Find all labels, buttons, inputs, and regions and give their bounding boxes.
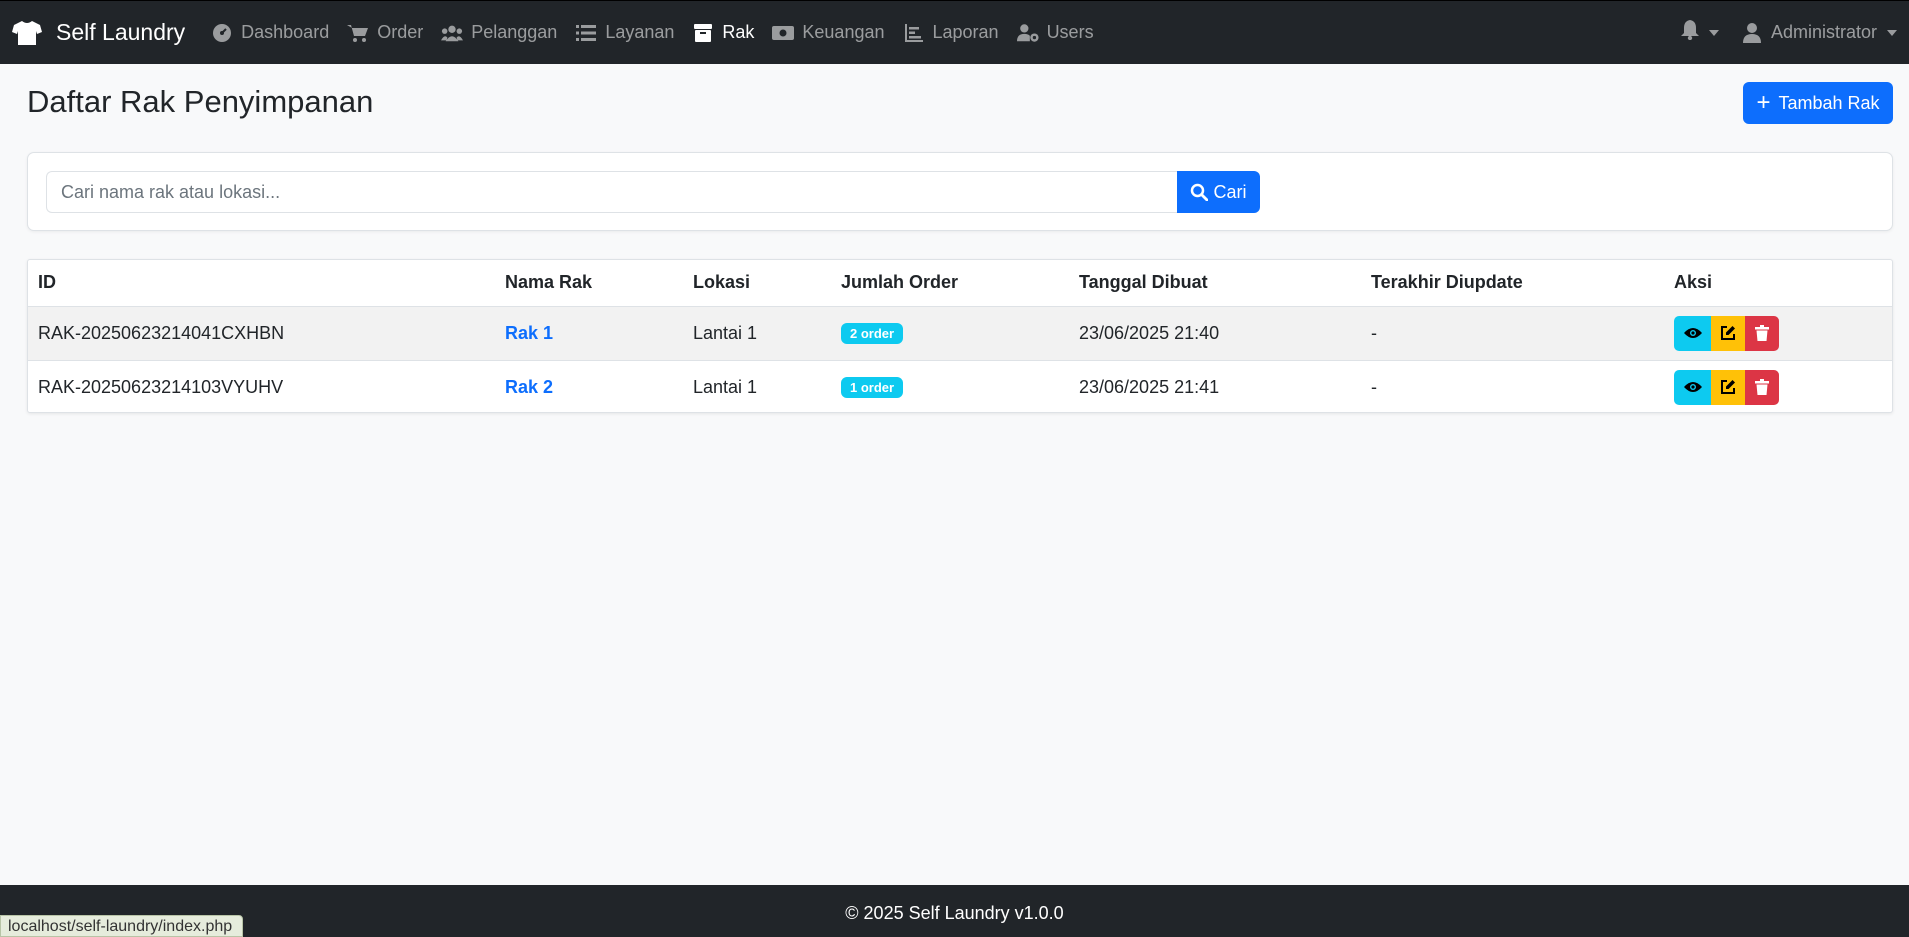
bell-icon [1680, 20, 1699, 45]
cell-terakhir-diupdate: - [1371, 376, 1377, 397]
eye-icon [1683, 328, 1702, 338]
cell-tanggal-dibuat: 23/06/2025 21:40 [1069, 306, 1361, 361]
cell-id: RAK-20250623214041CXHBN [28, 306, 495, 361]
column-header-terakhir-diupdate: Terakhir Diupdate [1361, 260, 1664, 307]
nav-users[interactable]: Users [1016, 22, 1094, 43]
column-header-aksi: Aksi [1664, 260, 1892, 307]
order-count-badge: 2 order [841, 323, 904, 344]
trash-icon [1755, 379, 1769, 396]
footer-text: © 2025 Self Laundry v1.0.0 [845, 902, 1064, 923]
search-input[interactable] [46, 171, 1177, 213]
rak-table: ID Nama Rak Lokasi Jumlah Order Tanggal … [28, 260, 1892, 412]
page-title: Daftar Rak Penyimpanan [27, 84, 374, 119]
delete-button[interactable] [1745, 369, 1779, 405]
nav-users-label: Users [1046, 22, 1094, 42]
edit-icon [1721, 326, 1735, 340]
chart-icon [903, 23, 925, 43]
gauge-icon [211, 23, 233, 43]
add-rak-button[interactable]: + Tambah Rak [1743, 82, 1893, 124]
rak-name-link[interactable]: Rak 2 [505, 377, 553, 397]
user-name: Administrator [1770, 22, 1877, 42]
nav-pelanggan-label: Pelanggan [471, 22, 558, 42]
column-header-id: ID [28, 260, 495, 307]
nav-layanan[interactable]: Layanan [575, 22, 674, 43]
users-icon [441, 23, 464, 43]
nav-order[interactable]: Order [347, 22, 423, 43]
table-row: RAK-20250623214041CXHBN Rak 1 Lantai 1 2… [28, 306, 1892, 361]
user-cog-icon [1016, 23, 1039, 43]
cell-lokasi: Lantai 1 [693, 376, 758, 397]
eye-icon [1683, 382, 1702, 393]
nav-laporan-label: Laporan [932, 22, 999, 42]
edit-button[interactable] [1711, 369, 1745, 405]
nav-keuangan[interactable]: Keuangan [772, 22, 885, 43]
cell-id: RAK-20250623214103VYUHV [38, 376, 284, 397]
rak-name-link[interactable]: Rak 1 [505, 323, 553, 343]
search-button-label: Cari [1213, 181, 1247, 202]
add-rak-label: Tambah Rak [1778, 92, 1880, 113]
plus-icon: + [1756, 89, 1771, 116]
view-button[interactable] [1674, 369, 1711, 405]
search-button[interactable]: Cari [1177, 171, 1260, 213]
table-header-row: ID Nama Rak Lokasi Jumlah Order Tanggal … [28, 260, 1892, 307]
tshirt-icon [12, 20, 44, 46]
cell-tanggal-dibuat: 23/06/2025 21:41 [1079, 376, 1220, 397]
navbar-right: Administrator [1680, 20, 1897, 45]
rak-table-card: ID Nama Rak Lokasi Jumlah Order Tanggal … [27, 259, 1893, 413]
footer: © 2025 Self Laundry v1.0.0 [0, 885, 1909, 937]
search-icon [1190, 183, 1209, 201]
brand-label: Self Laundry [56, 19, 186, 45]
brand[interactable]: Self Laundry [12, 19, 185, 46]
top-navbar: Self Laundry Dashboard Order Pelanggan L… [0, 0, 1909, 64]
order-count-badge: 1 order [841, 377, 904, 399]
nav-laporan[interactable]: Laporan [903, 22, 999, 43]
column-header-jumlah-order: Jumlah Order [831, 260, 1069, 307]
edit-button[interactable] [1711, 315, 1745, 351]
nav-dashboard-label: Dashboard [241, 22, 330, 42]
cart-icon [347, 23, 369, 43]
nav-layanan-label: Layanan [605, 22, 675, 42]
table-row: RAK-20250623214103VYUHV Rak 2 Lantai 1 1… [28, 360, 1892, 412]
column-header-nama-rak: Nama Rak [495, 260, 683, 307]
list-icon [575, 23, 597, 43]
row-actions [1674, 369, 1884, 405]
nav-rak-label: Rak [722, 22, 755, 42]
nav-keuangan-label: Keuangan [802, 22, 885, 42]
nav-rak[interactable]: Rak [692, 22, 754, 43]
notifications-dropdown[interactable] [1680, 20, 1719, 45]
cell-lokasi: Lantai 1 [683, 306, 831, 361]
cell-terakhir-diupdate: - [1361, 306, 1664, 361]
column-header-tanggal-dibuat: Tanggal Dibuat [1069, 260, 1361, 307]
trash-icon [1755, 325, 1769, 341]
status-bar-url: localhost/self-laundry/index.php [0, 915, 244, 937]
chevron-down-icon [1887, 29, 1897, 36]
view-button[interactable] [1674, 315, 1711, 351]
nav-order-label: Order [377, 22, 424, 42]
user-dropdown[interactable]: Administrator [1742, 22, 1897, 43]
box-icon [692, 23, 714, 43]
edit-icon [1721, 380, 1735, 395]
user-icon [1742, 22, 1763, 43]
column-header-lokasi: Lokasi [683, 260, 831, 307]
money-icon [772, 23, 795, 43]
row-actions [1674, 315, 1884, 351]
chevron-down-icon [1708, 29, 1719, 36]
search-card: Cari [27, 152, 1893, 231]
nav-pelanggan[interactable]: Pelanggan [441, 22, 557, 43]
delete-button[interactable] [1745, 315, 1779, 351]
nav-dashboard[interactable]: Dashboard [211, 22, 329, 43]
